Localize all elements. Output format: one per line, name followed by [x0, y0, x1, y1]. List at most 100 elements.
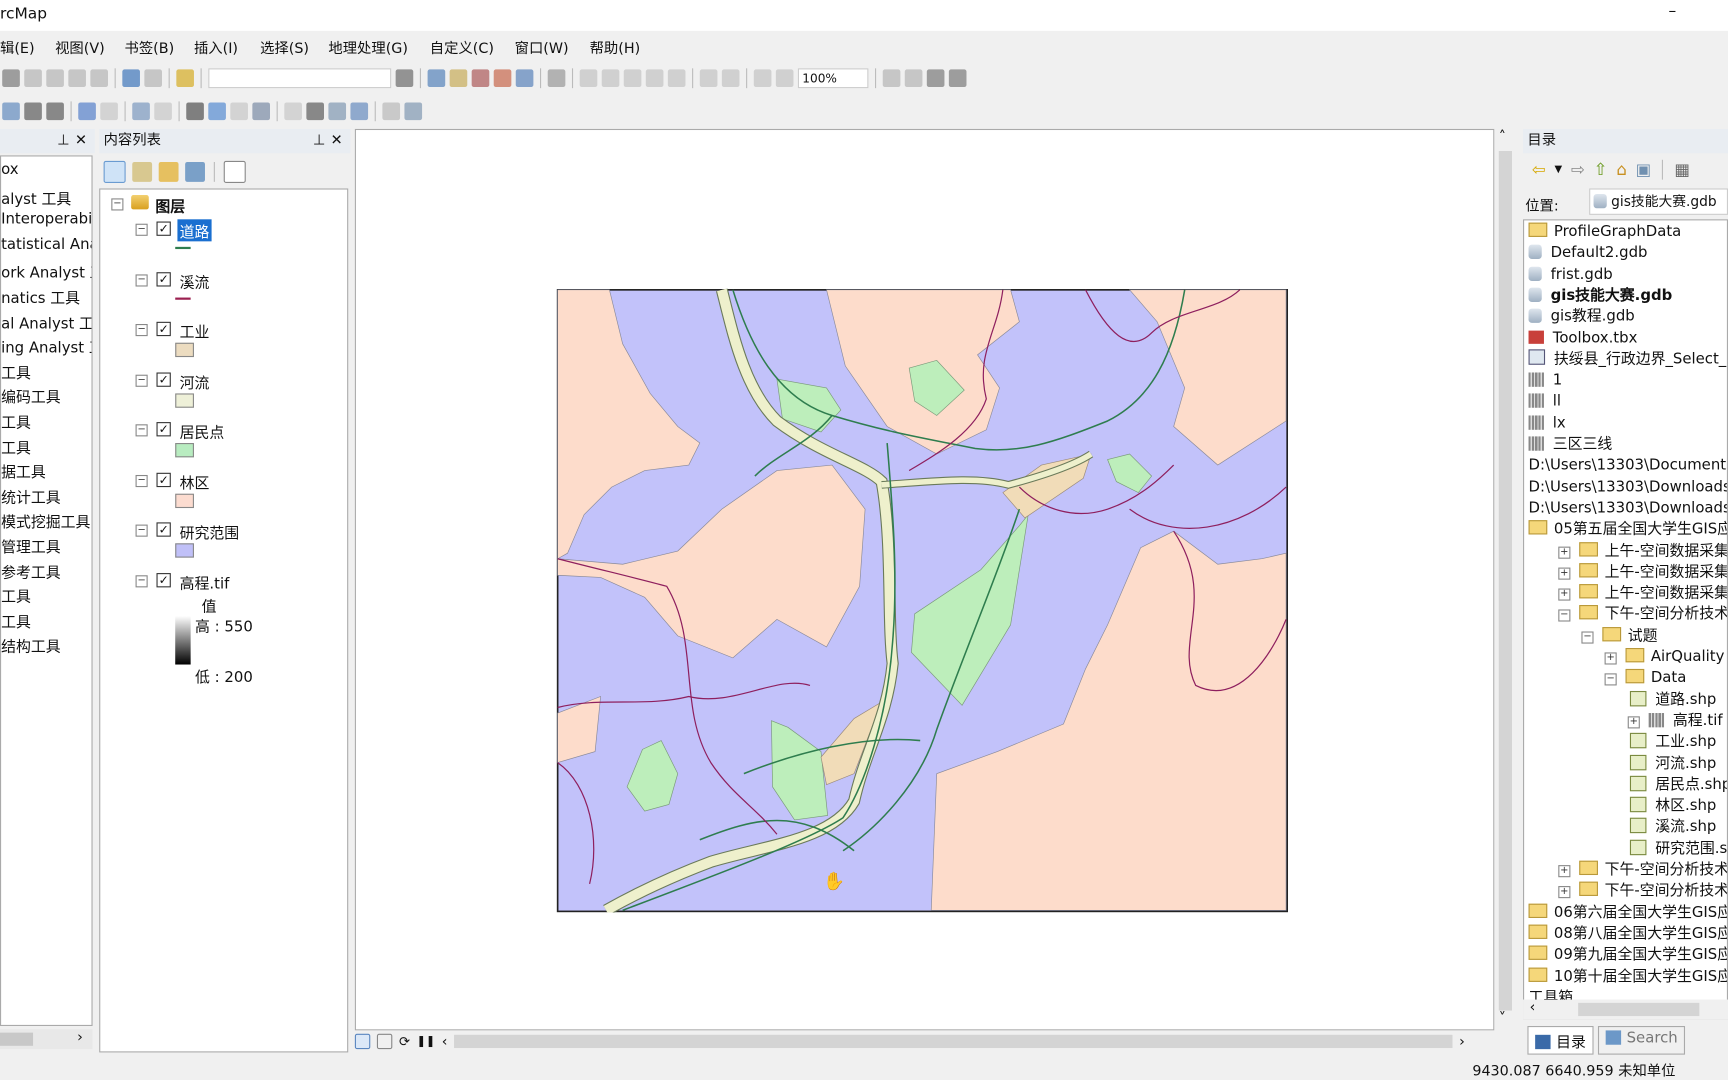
tool-icon[interactable] [186, 102, 204, 121]
menu-item[interactable]: 帮助(H) [590, 36, 641, 58]
tab-search[interactable]: Search [1597, 1025, 1686, 1055]
toolbox-item[interactable]: 工具 [1, 584, 31, 607]
tool-icon[interactable] [882, 69, 901, 88]
toolbox-item[interactable]: 工具 [1, 360, 31, 383]
tool-icon[interactable] [904, 69, 923, 88]
collapse-icon[interactable]: − [1558, 609, 1571, 622]
tool-icon[interactable] [78, 102, 96, 121]
data-view-button[interactable] [354, 1033, 371, 1050]
cut-icon[interactable] [24, 69, 42, 88]
list-by-source-icon[interactable] [132, 161, 153, 182]
forward-icon[interactable]: ⇨ [1571, 160, 1585, 180]
tool-icon[interactable] [948, 69, 967, 88]
toolbox-item[interactable]: ing Analyst 工 [1, 335, 91, 358]
catalog-item[interactable]: + 下午-空间分析技术与系 [1558, 881, 1727, 902]
pin-icon[interactable]: ⊥ [313, 129, 325, 153]
menu-item[interactable]: 视图(V) [55, 36, 105, 58]
list-by-visibility-icon[interactable] [158, 161, 179, 182]
tool-icon[interactable] [132, 102, 150, 121]
tab-catalog[interactable]: 目录 [1527, 1025, 1594, 1055]
tool-icon[interactable] [404, 102, 423, 121]
layer-name[interactable]: 高程.tif [177, 570, 231, 593]
catalog-item[interactable]: D:\Users\13303\Downloads [1529, 477, 1727, 498]
tool-icon[interactable] [350, 102, 369, 121]
toolbox-item[interactable]: 编码工具 [1, 385, 61, 407]
catalog-item[interactable]: − 试题 [1581, 626, 1657, 647]
tool-icon[interactable] [46, 102, 64, 121]
layer-name[interactable]: 居民点 [177, 420, 226, 442]
list-by-drawing-order-icon[interactable] [103, 160, 126, 183]
collapse-icon[interactable]: − [135, 574, 148, 587]
collapse-icon[interactable]: − [135, 374, 148, 387]
catalog-item[interactable]: 05第五届全国大学生GIS应 [1528, 519, 1727, 540]
toolbox-item[interactable]: 参考工具 [1, 559, 61, 582]
tool-icon[interactable] [601, 69, 620, 88]
dropdown-icon[interactable]: ▼ [1555, 164, 1563, 175]
menu-item[interactable]: 书签(B) [125, 36, 175, 58]
vertical-scrollbar[interactable]: ˄ ˅ [1494, 128, 1517, 1031]
catalog-item[interactable]: D:\Users\13303\Documents [1529, 455, 1727, 476]
tool-icon[interactable] [284, 102, 302, 121]
list-by-selection-icon[interactable] [185, 161, 205, 182]
scale-combo[interactable] [208, 68, 392, 89]
layer-name[interactable]: 林区 [177, 470, 211, 492]
layer-visibility-checkbox[interactable]: ✓ [156, 221, 171, 236]
catalog-item[interactable]: 扶绥县_行政边界_Select_E [1528, 349, 1727, 370]
options-icon[interactable] [223, 160, 246, 183]
expand-icon[interactable]: + [1558, 588, 1571, 601]
tool-icon[interactable] [252, 102, 270, 121]
line-symbol[interactable] [175, 296, 191, 300]
catalog-item[interactable]: 道路.shp [1629, 689, 1716, 710]
close-icon[interactable]: ✕ [331, 129, 343, 153]
expand-icon[interactable]: + [1558, 886, 1571, 899]
toolbox-item[interactable]: 结构工具 [1, 634, 61, 657]
catalog-item[interactable]: ProfileGraphData [1528, 222, 1681, 243]
tool-icon[interactable] [306, 102, 324, 121]
pause-icon[interactable]: ❚❚ [417, 1035, 435, 1047]
menu-item[interactable]: 窗口(W) [515, 36, 569, 58]
model-icon[interactable] [547, 69, 566, 88]
toolbox-item[interactable]: 工具 [1, 410, 31, 432]
back-icon[interactable]: ⇦ [1532, 160, 1546, 180]
horizontal-scrollbar[interactable]: › [0, 1029, 93, 1050]
catalog-item[interactable]: ll [1528, 392, 1561, 413]
horizontal-scrollbar[interactable] [454, 1034, 1453, 1049]
layer-name[interactable]: 研究范围 [177, 520, 241, 543]
catalog-item[interactable]: Toolbox.tbx [1528, 328, 1637, 349]
close-icon[interactable]: ✕ [75, 129, 87, 153]
catalog-item[interactable]: 河流.shp [1629, 753, 1716, 774]
paste-icon[interactable] [68, 69, 86, 88]
arctoolbox-icon[interactable] [493, 69, 512, 88]
expand-icon[interactable]: + [1558, 546, 1571, 559]
catalog-horizontal-scrollbar[interactable]: ‹ [1523, 999, 1728, 1020]
fill-symbol[interactable] [175, 392, 194, 408]
layer-visibility-checkbox[interactable]: ✓ [156, 321, 171, 337]
toolbox-item[interactable]: 工具 [1, 435, 31, 457]
collapse-icon[interactable]: − [135, 424, 148, 437]
tool-icon[interactable] [699, 69, 718, 88]
expand-icon[interactable]: + [1558, 865, 1571, 878]
tool-icon[interactable] [926, 69, 945, 88]
fill-symbol[interactable] [175, 493, 194, 508]
catalog-item[interactable]: + 高程.tif [1627, 711, 1723, 732]
catalog-item[interactable]: − 下午-空间分析技术与系 [1558, 604, 1727, 625]
scroll-right-icon[interactable]: › [1459, 1033, 1465, 1050]
tool-icon[interactable] [328, 102, 347, 121]
catalog-item[interactable]: 林区.shp [1629, 796, 1716, 817]
menu-item[interactable]: 插入(I) [194, 36, 238, 58]
add-data-icon[interactable] [176, 69, 194, 88]
menu-item[interactable]: 选择(S) [260, 36, 309, 58]
catalog-item[interactable]: + 上午-空间数据采集与集 [1558, 541, 1727, 562]
menu-item[interactable]: 地理处理(G) [328, 36, 408, 58]
catalog-item[interactable]: Default2.gdb [1528, 243, 1647, 264]
expand-icon[interactable]: + [1604, 652, 1617, 665]
map-view[interactable]: ✋ [354, 128, 1495, 1031]
layer-visibility-checkbox[interactable]: ✓ [156, 422, 171, 437]
zoom-combo[interactable]: 100% [797, 68, 869, 89]
catalog-item[interactable]: 1 [1528, 370, 1562, 391]
layout-view-button[interactable] [376, 1033, 393, 1050]
tool-icon[interactable] [623, 69, 642, 88]
toolbox-item[interactable]: 统计工具 [1, 485, 61, 507]
collapse-icon[interactable]: − [111, 198, 124, 211]
layer-visibility-checkbox[interactable]: ✓ [156, 522, 171, 537]
